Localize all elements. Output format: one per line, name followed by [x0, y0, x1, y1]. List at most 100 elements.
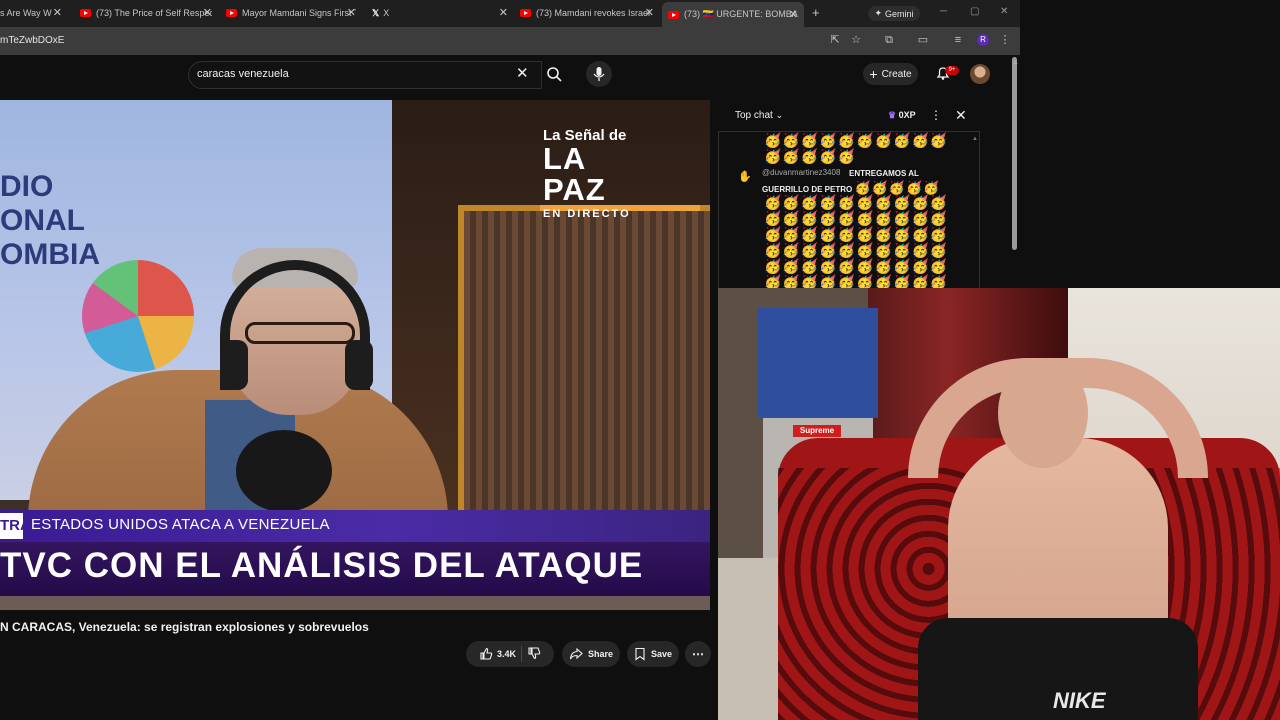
thumbs-up-icon [480, 647, 493, 660]
tab-close-icon[interactable]: ✕ [789, 8, 798, 21]
youtube-icon [668, 10, 679, 19]
notification-badge: 9+ [945, 66, 959, 75]
chat-author[interactable]: @duvanmartinez3408 [762, 168, 840, 177]
gemini-icon: ✦ [874, 8, 883, 18]
search-icon [547, 67, 562, 82]
watermark-line2: LA PAZ [543, 141, 606, 207]
lower-third-main-text: TVC CON EL ANÁLISIS DEL ATAQUE [0, 546, 644, 585]
headphone-cup-left [220, 340, 248, 390]
like-button[interactable]: 3.4K [479, 647, 516, 661]
dislike-button[interactable] [527, 646, 541, 662]
youtube-icon [520, 9, 531, 17]
search-button[interactable] [541, 61, 569, 87]
tab-close-icon[interactable]: ✕ [53, 6, 62, 19]
tab-title: X [383, 8, 390, 18]
maximize-icon[interactable]: ▢ [970, 6, 979, 17]
browser-tab[interactable]: s Are Way W ✕ [0, 4, 62, 22]
browser-tab[interactable]: Mayor Mamdani Signs First T ✕ [226, 4, 356, 22]
chat-menu-icon[interactable]: ⋮ [930, 108, 942, 122]
like-count: 3.4K [496, 649, 516, 659]
browser-tab[interactable]: (73) Mamdani revokes Israel ✕ [520, 4, 654, 22]
streamer-head [998, 358, 1088, 468]
minimize-icon[interactable]: ─ [940, 6, 947, 17]
tab-close-icon[interactable]: ✕ [347, 6, 356, 19]
chat-message-text: GUERRILLO DE PETRO [762, 185, 853, 194]
more-actions-icon[interactable]: ⋯ [685, 641, 711, 667]
wood-panel [458, 205, 710, 517]
save-label: Save [650, 649, 673, 659]
install-app-icon[interactable]: ⇱ [828, 33, 842, 47]
station-logo-icon [82, 260, 194, 372]
chat-emoji-row: 🥳🥳🥳🥳🥳🥳🥳🥳🥳🥳 [764, 258, 949, 274]
like-dislike-group: 3.4K [466, 641, 554, 667]
plus-icon: + [869, 66, 878, 82]
chat-emoji-row: 🥳🥳🥳🥳🥳🥳🥳🥳🥳🥳 [764, 226, 949, 242]
tab-close-icon[interactable]: ✕ [203, 6, 212, 19]
extensions-icon[interactable]: ⧉ [882, 33, 896, 47]
share-label: Share [587, 649, 613, 659]
tab-title: s Are Way W [0, 8, 52, 18]
browser-tab[interactable]: (73) The Price of Self Respec ✕ [80, 4, 212, 22]
account-avatar[interactable] [970, 64, 990, 84]
browser-tab[interactable]: 𝕏 X ✕ [372, 4, 508, 22]
station-logo-text: DIO ONAL OMBIA [0, 170, 100, 271]
webcam-overlay: Supreme NIKE [718, 288, 1280, 720]
media-controls-icon[interactable]: ≡ [951, 33, 965, 47]
like-divider [521, 646, 522, 662]
bookmark-star-icon[interactable]: ☆ [849, 33, 863, 47]
tab-title: (73) Mamdani revokes Israel [536, 8, 651, 18]
lower-third-tag: TRA [0, 513, 23, 539]
chat-scroll-up-icon[interactable]: ▲ [972, 136, 978, 142]
headphone-cup-right [345, 340, 373, 390]
page-scrollbar[interactable] [1012, 57, 1017, 250]
crown-icon: ♛ [888, 110, 897, 120]
clear-search-icon[interactable]: ✕ [516, 64, 529, 82]
address-bar [0, 27, 1020, 55]
mouse-cursor-icon: ✋ [738, 171, 752, 183]
share-button[interactable]: Share [562, 641, 620, 667]
tab-title: Mayor Mamdani Signs First T [242, 8, 356, 18]
chat-emoji-row: 🥳🥳🥳🥳🥳🥳🥳🥳🥳🥳 [764, 210, 949, 226]
bookmark-icon [635, 647, 645, 661]
share-icon [569, 647, 583, 660]
gemini-label: Gemini [885, 8, 914, 19]
chat-inline-emojis: 🥳🥳🥳🥳🥳 [854, 180, 941, 195]
video-title: N CARACAS, Venezuela: se registran explo… [0, 620, 369, 634]
sticker-text: Supreme [793, 425, 841, 437]
gemini-button[interactable]: ✦ Gemini [868, 6, 920, 21]
new-tab-button[interactable]: + [812, 5, 820, 20]
tab-title: (73) The Price of Self Respec [96, 8, 212, 18]
microphone-icon [593, 67, 605, 81]
channel-watermark: La Señal de LA PAZ EN DIRECTO [543, 128, 653, 220]
save-button[interactable]: Save [627, 641, 679, 667]
create-label: Create [881, 68, 912, 80]
shorts-logo-text: NIKE [1053, 688, 1106, 713]
scroll-up-arrow-icon[interactable]: ▲ [1012, 59, 1019, 66]
thumbs-down-icon [528, 647, 541, 660]
profile-avatar[interactable]: R [977, 34, 989, 46]
chat-message-line1: ENTREGAMOS AL [849, 169, 919, 178]
chat-mode-dropdown[interactable]: Top chat ⌄ [735, 110, 783, 121]
xp-value: 0XP [898, 110, 916, 120]
browser-menu-icon[interactable]: ⋮ [998, 33, 1012, 47]
tab-title: (73) 🇻🇪 URGENTE: BOMBA [684, 9, 798, 19]
studio-microphone [236, 430, 332, 512]
url-text[interactable]: mTeZwbDOxE [0, 35, 64, 46]
create-button[interactable]: + Create [863, 63, 918, 85]
window-close-icon[interactable]: ✕ [1000, 6, 1008, 17]
voice-search-button[interactable] [586, 61, 612, 87]
chat-emoji-row: 🥳🥳🥳🥳🥳🥳🥳🥳🥳🥳 [764, 132, 949, 148]
side-panel-icon[interactable]: ▭ [916, 33, 930, 47]
chat-emoji-row: 🥳🥳🥳🥳🥳🥳🥳🥳🥳🥳 [764, 194, 949, 210]
lower-third-headline: ESTADOS UNIDOS ATACA A VENEZUELA [31, 516, 330, 533]
chat-xp-badge[interactable]: ♛ 0XP [888, 110, 916, 121]
video-bottom-strip [0, 596, 710, 610]
chat-close-icon[interactable]: ✕ [955, 107, 967, 124]
chat-emoji-row: 🥳🥳🥳🥳🥳🥳🥳🥳🥳🥳 [764, 242, 949, 258]
tab-close-icon[interactable]: ✕ [645, 6, 654, 19]
chat-emoji-row: 🥳🥳🥳🥳🥳 [764, 148, 857, 164]
youtube-icon [226, 9, 237, 17]
tab-close-icon[interactable]: ✕ [499, 6, 508, 19]
browser-tab-active[interactable]: (73) 🇻🇪 URGENTE: BOMBA ✕ [662, 2, 804, 27]
watermark-line3: EN DIRECTO [543, 208, 631, 220]
